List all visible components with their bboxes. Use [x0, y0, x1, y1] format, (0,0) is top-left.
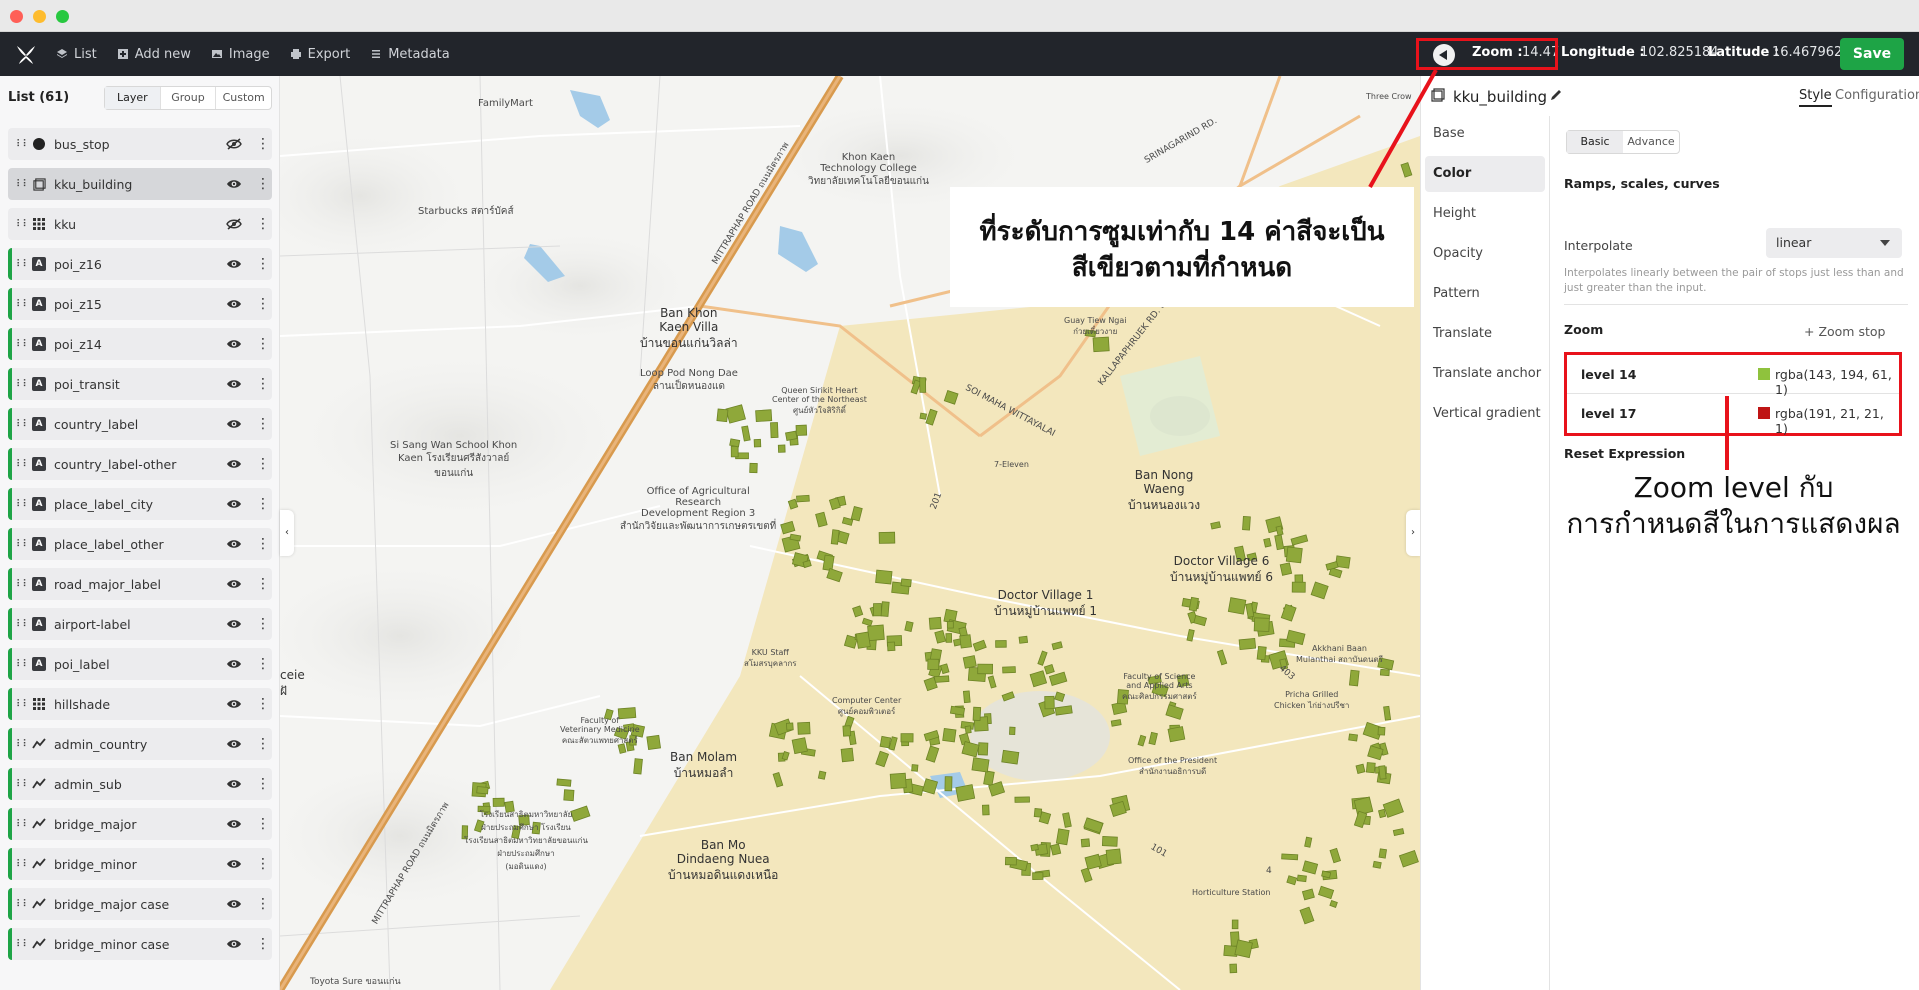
annotation-connectors — [1368, 69, 1729, 470]
